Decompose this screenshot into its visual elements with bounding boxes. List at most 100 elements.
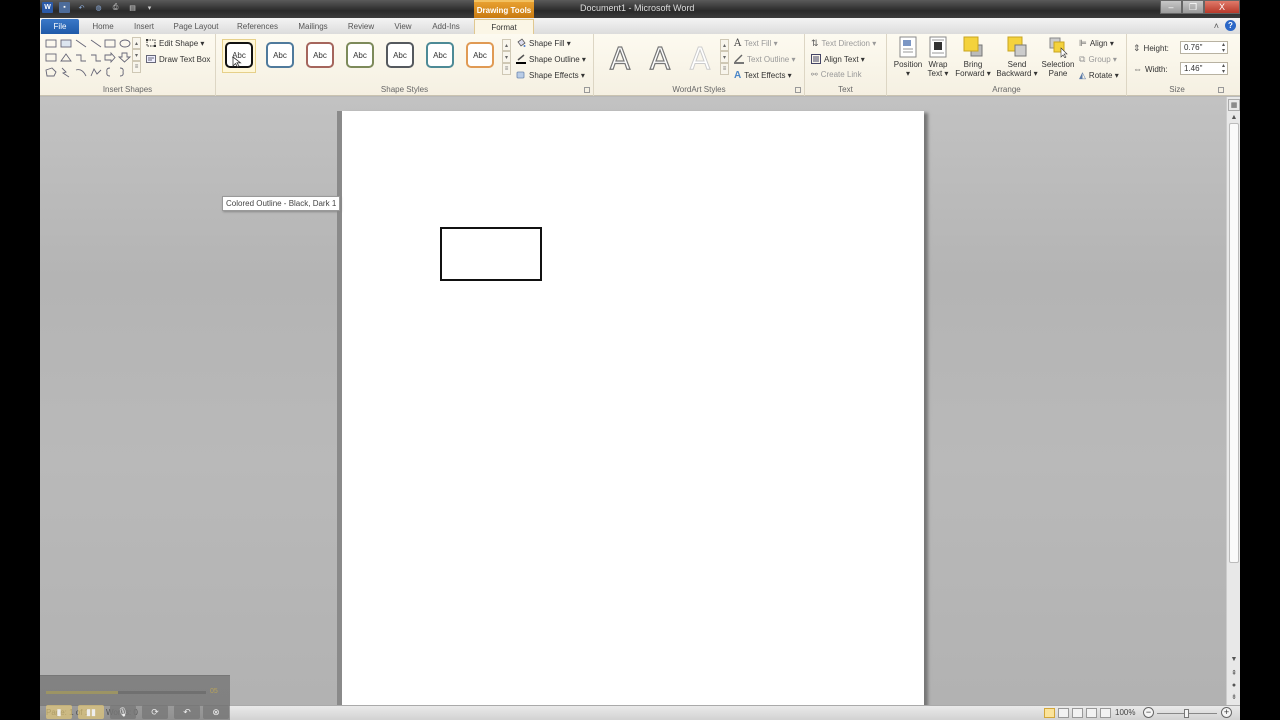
- tab-format[interactable]: Format: [474, 19, 534, 34]
- help-icon[interactable]: ?: [1225, 20, 1236, 31]
- wrap-text-label-1: Wrap: [928, 60, 948, 69]
- text-fill-button[interactable]: A Text Fill ▾: [734, 38, 778, 49]
- shape-style-7[interactable]: Abc: [466, 42, 494, 68]
- wordart-style-2[interactable]: A: [642, 41, 678, 77]
- recorder-close-button[interactable]: ⊗: [203, 705, 229, 719]
- minimize-ribbon-icon[interactable]: ˄: [1214, 21, 1219, 31]
- document-page[interactable]: [342, 111, 924, 711]
- tab-view[interactable]: View: [391, 19, 415, 34]
- zoom-slider-thumb[interactable]: [1184, 709, 1189, 718]
- tab-review[interactable]: Review: [346, 19, 376, 34]
- text-direction-button[interactable]: ⇅ Text Direction ▾: [811, 38, 876, 49]
- gallery-up-button[interactable]: ▴: [132, 37, 141, 49]
- shape-style-4[interactable]: Abc: [346, 42, 374, 68]
- shape-styles-dialog-launcher[interactable]: [584, 87, 590, 93]
- gallery-down-button[interactable]: ▾: [132, 49, 141, 61]
- align-text-button[interactable]: Align Text ▾: [811, 54, 865, 64]
- tab-insert[interactable]: Insert: [131, 19, 157, 34]
- draw-text-box-button[interactable]: Draw Text Box: [146, 54, 210, 64]
- zoom-in-button[interactable]: +: [1221, 707, 1232, 718]
- zoom-level[interactable]: 100%: [1115, 708, 1135, 717]
- align-button[interactable]: ⊫ Align ▾: [1079, 38, 1114, 49]
- print-layout-view-button[interactable]: [1044, 708, 1055, 718]
- print-preview-icon[interactable]: ⎙: [110, 2, 121, 13]
- gallery-up-button[interactable]: ▴: [502, 39, 511, 51]
- text-effects-label: Text Effects ▾: [744, 71, 792, 80]
- group-button[interactable]: ⧉ Group ▾: [1079, 54, 1117, 65]
- recorder-pause-button[interactable]: ▮: [46, 705, 72, 719]
- undo-icon[interactable]: ↶: [76, 2, 87, 13]
- vertical-scrollbar[interactable]: ▦ ▲ ▼ ⇞ ● ⇟: [1226, 97, 1240, 705]
- tab-mailings[interactable]: Mailings: [296, 19, 330, 34]
- gallery-more-button[interactable]: ≡: [502, 63, 511, 75]
- next-page-button[interactable]: ⇟: [1228, 691, 1240, 703]
- gallery-down-button[interactable]: ▾: [720, 51, 729, 63]
- recorder-mic-button[interactable]: 🎙: [110, 705, 136, 719]
- shape-outline-button[interactable]: Shape Outline ▾: [516, 54, 586, 64]
- recorder-progress-bar[interactable]: [46, 691, 206, 694]
- zoom-out-button[interactable]: −: [1143, 707, 1154, 718]
- tab-add-ins[interactable]: Add-Ins: [429, 19, 463, 34]
- wrap-text-button[interactable]: Wrap Text ▾: [925, 36, 951, 78]
- wordart-dialog-launcher[interactable]: [795, 87, 801, 93]
- word-logo-icon[interactable]: W: [42, 2, 53, 13]
- outline-view-button[interactable]: [1086, 708, 1097, 718]
- shape-style-2[interactable]: Abc: [266, 42, 294, 68]
- previous-page-button[interactable]: ⇞: [1228, 667, 1240, 679]
- ruler-toggle-icon[interactable]: ▦: [1228, 99, 1240, 111]
- width-spinner[interactable]: ▴ ▾: [1222, 63, 1225, 75]
- full-screen-reading-view-button[interactable]: [1058, 708, 1069, 718]
- gallery-more-button[interactable]: ≡: [132, 61, 141, 73]
- gallery-more-button[interactable]: ≡: [720, 63, 729, 75]
- tab-references[interactable]: References: [235, 19, 280, 34]
- gallery-down-button[interactable]: ▾: [502, 51, 511, 63]
- save-icon[interactable]: ▪: [59, 2, 70, 13]
- bring-forward-button[interactable]: Bring Forward ▾: [953, 36, 993, 78]
- align-icon: ⊫: [1079, 38, 1087, 48]
- size-dialog-launcher[interactable]: [1218, 87, 1224, 93]
- position-button[interactable]: Position ▾: [893, 36, 923, 78]
- recorder-stop-button[interactable]: ▮▮: [78, 705, 104, 719]
- customize-qat-icon[interactable]: ▾: [144, 2, 155, 13]
- restore-button[interactable]: ❐: [1182, 0, 1204, 14]
- close-button[interactable]: X: [1204, 0, 1240, 14]
- shapes-gallery-icons[interactable]: [44, 38, 132, 82]
- recorder-undo-button[interactable]: ↶: [174, 705, 200, 719]
- shape-style-5[interactable]: Abc: [386, 42, 414, 68]
- new-doc-icon[interactable]: ▤: [127, 2, 138, 13]
- edit-shape-button[interactable]: Edit Shape ▾: [146, 38, 204, 48]
- height-spinner[interactable]: ▴ ▾: [1222, 42, 1225, 54]
- gallery-up-button[interactable]: ▴: [720, 39, 729, 51]
- rotate-label: Rotate ▾: [1088, 71, 1119, 80]
- send-backward-button[interactable]: Send Backward ▾: [995, 36, 1039, 78]
- shape-style-6[interactable]: Abc: [426, 42, 454, 68]
- tab-page-layout[interactable]: Page Layout: [172, 19, 220, 34]
- create-link-button[interactable]: ⚯ Create Link: [811, 70, 862, 79]
- select-browse-object-button[interactable]: ●: [1228, 679, 1240, 691]
- tab-home[interactable]: Home: [90, 19, 116, 34]
- scroll-down-button[interactable]: ▼: [1228, 653, 1240, 665]
- group-shape-styles: Abc Abc Abc Abc Abc Abc Abc ▴ ▾ ≡ Shape …: [216, 34, 594, 96]
- recorder-refresh-button[interactable]: ⟳: [142, 705, 168, 719]
- rotate-button[interactable]: ◭ Rotate ▾: [1079, 70, 1119, 81]
- shape-style-3[interactable]: Abc: [306, 42, 334, 68]
- minimize-button[interactable]: –: [1160, 0, 1182, 14]
- wordart-style-3[interactable]: A: [682, 41, 718, 77]
- zoom-slider[interactable]: [1157, 709, 1217, 718]
- shape-effects-button[interactable]: Shape Effects ▾: [516, 70, 585, 80]
- rectangle-shape[interactable]: [440, 227, 542, 281]
- height-input[interactable]: 0.76" ▴ ▾: [1180, 41, 1228, 54]
- shape-fill-button[interactable]: Shape Fill ▾: [516, 38, 571, 48]
- web-layout-view-button[interactable]: [1072, 708, 1083, 718]
- scroll-up-button[interactable]: ▲: [1228, 111, 1240, 123]
- scroll-thumb[interactable]: [1229, 123, 1239, 563]
- draft-view-button[interactable]: [1100, 708, 1111, 718]
- text-effects-button[interactable]: A Text Effects ▾: [734, 70, 792, 81]
- repeat-icon[interactable]: ◍: [93, 2, 104, 13]
- wordart-style-1[interactable]: A: [602, 41, 638, 77]
- text-outline-button[interactable]: Text Outline ▾: [734, 54, 795, 64]
- selection-pane-icon: [1049, 37, 1068, 58]
- selection-pane-button[interactable]: Selection Pane: [1041, 36, 1075, 78]
- tab-file[interactable]: File: [41, 19, 79, 34]
- width-input[interactable]: 1.46" ▴ ▾: [1180, 62, 1228, 75]
